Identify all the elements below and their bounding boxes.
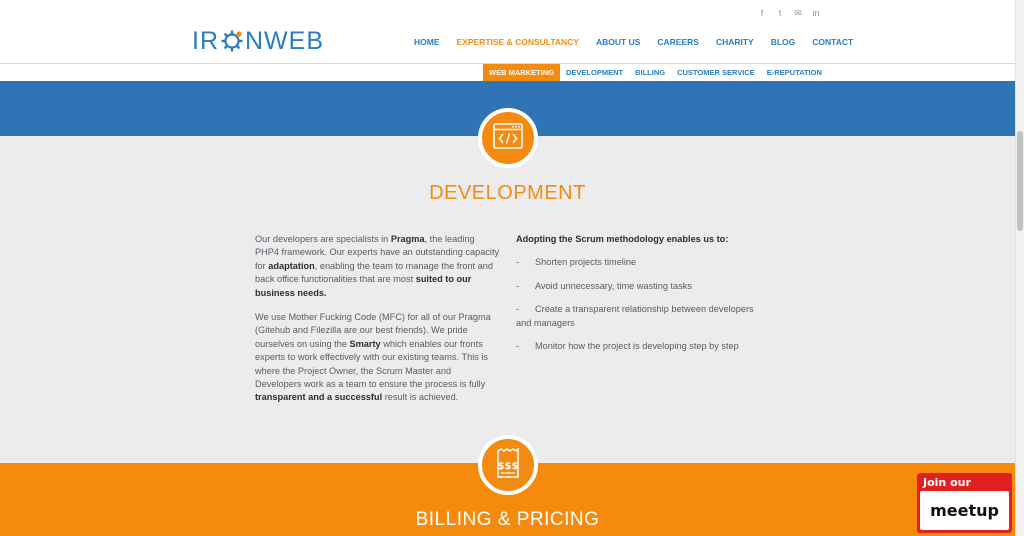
site-header: IR NWEB f t ✉ in HOME EXPERTISE & CONSUL…: [0, 0, 1015, 64]
scrum-benefits: Adopting the Scrum methodology enables u…: [516, 233, 756, 363]
meetup-bottom-text: meetup: [920, 491, 1009, 530]
sub-nav: WEB MARKETING DEVELOPMENT BILLING CUSTOM…: [483, 64, 828, 81]
subnav-development[interactable]: DEVELOPMENT: [560, 64, 629, 81]
nav-careers[interactable]: CAREERS: [657, 37, 699, 47]
bold-text: transparent and a successful: [255, 392, 383, 403]
ironweb-logo[interactable]: IR NWEB: [192, 26, 324, 55]
nav-about-us[interactable]: ABOUT US: [596, 37, 640, 47]
development-badge: [478, 108, 538, 168]
twitter-icon[interactable]: t: [775, 8, 785, 19]
linkedin-icon[interactable]: in: [811, 8, 821, 19]
mail-icon[interactable]: ✉: [793, 8, 803, 19]
logo-text-left: IR: [192, 26, 219, 55]
vertical-scrollbar[interactable]: [1015, 0, 1024, 536]
billing-badge: $$$: [478, 435, 538, 495]
bold-text: Pragma: [390, 234, 425, 244]
development-paragraph-2: We use Mother Fucking Code (MFC) for all…: [255, 311, 500, 405]
svg-text:$$$: $$$: [498, 461, 519, 472]
dash: -: [516, 280, 520, 291]
bold-text: Smarty: [349, 338, 381, 349]
subnav-e-reputation[interactable]: E-REPUTATION: [761, 64, 828, 81]
list-item-text: Create a transparent relationship betwee…: [516, 304, 754, 328]
page: IR NWEB f t ✉ in HOME EXPERTISE & CONSUL…: [0, 0, 1024, 536]
billing-title: BILLING & PRICING: [415, 509, 600, 530]
billing-receipt-icon: $$$: [495, 446, 521, 483]
list-item-text: Shorten projects timeline: [535, 257, 637, 268]
development-title: DEVELOPMENT: [429, 182, 586, 204]
list-item-text: Avoid unnecessary, time wasting tasks: [535, 280, 692, 291]
nav-charity[interactable]: CHARITY: [716, 37, 754, 47]
development-paragraph-1: Our developers are specialists in Pragma…: [255, 233, 500, 300]
list-item-text: Monitor how the project is developing st…: [535, 341, 739, 352]
meetup-top-text: Join our: [923, 476, 971, 489]
social-links: f t ✉ in: [757, 8, 821, 19]
nav-contact[interactable]: CONTACT: [812, 37, 853, 47]
nav-blog[interactable]: BLOG: [771, 37, 796, 47]
list-item: - Avoid unnecessary, time wasting tasks: [516, 280, 756, 293]
logo-text-right: NWEB: [245, 26, 324, 55]
list-item: - Shorten projects timeline: [516, 256, 756, 269]
main-nav: HOME EXPERTISE & CONSULTANCY ABOUT US CA…: [414, 37, 870, 47]
meetup-badge[interactable]: Join our meetup: [917, 473, 1012, 533]
scrum-title: Adopting the Scrum methodology enables u…: [516, 234, 729, 244]
subnav-billing[interactable]: BILLING: [629, 64, 671, 81]
text: result is achieved.: [382, 392, 459, 403]
dash: -: [516, 304, 520, 315]
nav-expertise-consultancy[interactable]: EXPERTISE & CONSULTANCY: [457, 37, 579, 47]
text: Our developers are specialists in: [255, 234, 391, 244]
development-description: Our developers are specialists in Pragma…: [255, 233, 500, 416]
dash: -: [516, 341, 520, 352]
list-item: - Monitor how the project is developing s…: [516, 340, 756, 353]
code-window-icon: [493, 122, 523, 154]
nav-home[interactable]: HOME: [414, 37, 440, 47]
subnav-web-marketing[interactable]: WEB MARKETING: [483, 64, 560, 81]
dash: -: [516, 257, 520, 268]
list-item: - Create a transparent relationship betwe…: [516, 303, 756, 330]
scrollbar-thumb[interactable]: [1017, 131, 1023, 231]
bold-text: adaptation: [268, 260, 315, 271]
gear-icon: [221, 30, 243, 52]
subnav-customer-service[interactable]: CUSTOMER SERVICE: [671, 64, 761, 81]
facebook-icon[interactable]: f: [757, 8, 767, 19]
